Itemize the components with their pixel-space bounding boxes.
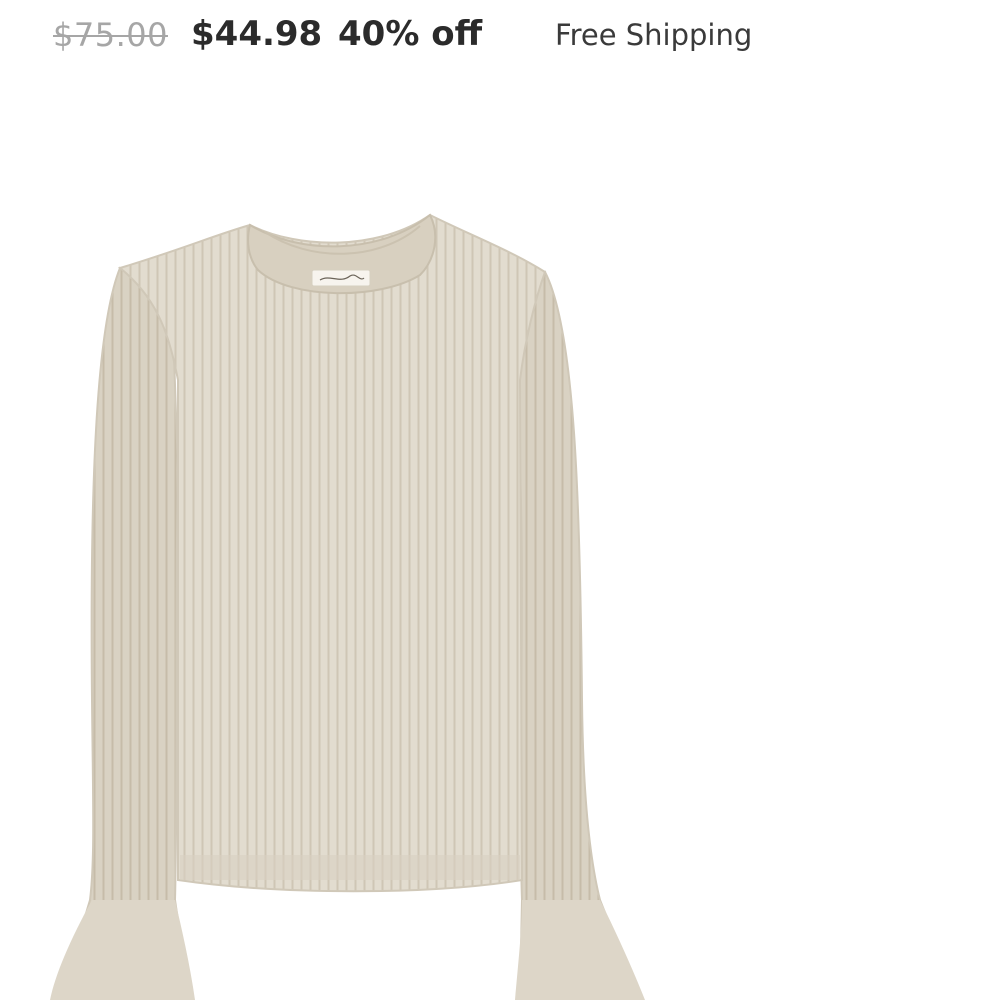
original-price: $75.00 [53, 16, 168, 54]
listing-page: $75.00 $44.98 40% off Free Shipping [0, 0, 1000, 1000]
discount-badge: 40% off [338, 14, 483, 54]
sale-price: $44.98 [191, 14, 323, 54]
price-bar: $75.00 $44.98 40% off Free Shipping [0, 0, 1000, 72]
sweater-image-icon [50, 213, 645, 1000]
product-image[interactable] [0, 90, 1000, 1000]
shipping-info: Free Shipping [555, 18, 753, 52]
